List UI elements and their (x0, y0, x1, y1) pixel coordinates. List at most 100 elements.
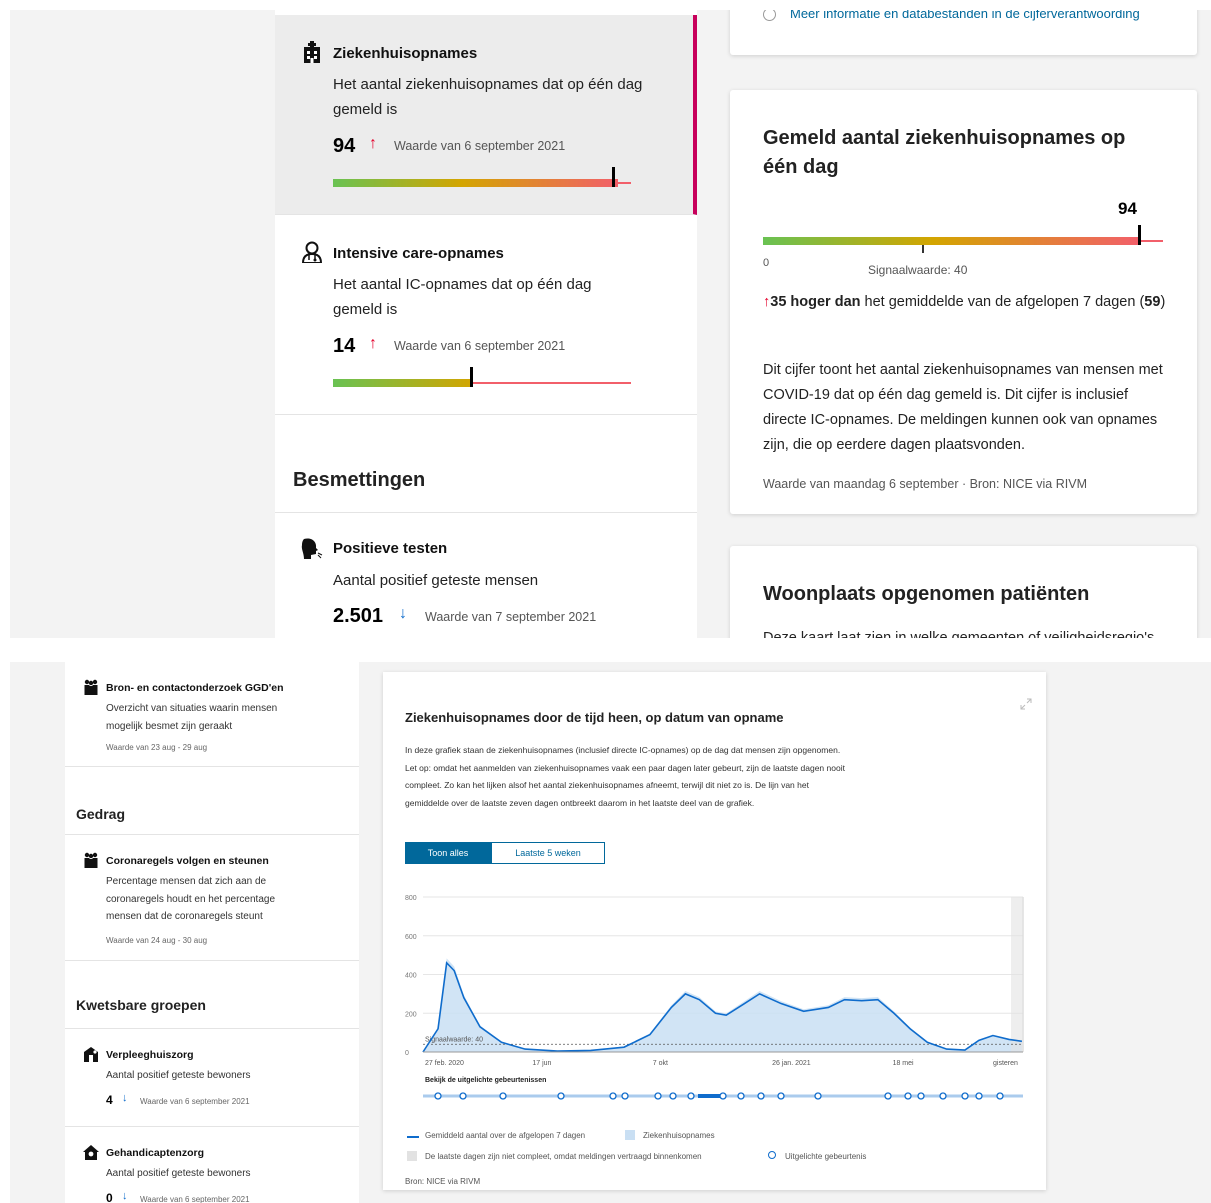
sidebar-item-date: Waarde van 6 september 2021 (140, 1097, 250, 1106)
gauge-fill (763, 237, 1140, 245)
gauge-marker (1138, 225, 1141, 245)
doctor-icon (301, 241, 323, 263)
signal-label: Signaalwaarde: 40 (425, 1036, 483, 1043)
y-tick-label: 0 (405, 1050, 409, 1057)
card-source: Waarde van maandag 6 september · Bron: N… (763, 477, 1087, 491)
sidebar-section-besmettingen: Besmettingen (275, 415, 697, 513)
admissions-bars-area (423, 958, 1022, 1052)
gauge-fill (333, 179, 618, 187)
sidebar-item-coronaregels[interactable]: Coronaregels volgen en steunen Percentag… (65, 835, 359, 961)
sidebar-item-description: Het aantal ziekenhuisopnames dat op één … (333, 76, 643, 118)
signal-tick (922, 245, 924, 253)
events-label: Bekijk de uitgelichte gebeurtenissen (425, 1077, 546, 1084)
gauge-rest (1140, 240, 1163, 242)
legend-bar-label: Ziekenhuisopnames (643, 1131, 715, 1140)
card-title: Woonplaats opgenomen patiënten (763, 583, 1090, 605)
event-marker (939, 1092, 947, 1100)
y-tick-label: 800 (405, 895, 417, 902)
sidebar-section-gedrag: Gedrag (65, 767, 359, 835)
x-tick-label: 26 jan. 2021 (772, 1060, 811, 1067)
gauge-fill (333, 379, 473, 387)
signal-label: Signaalwaarde: 40 (868, 263, 968, 277)
event-marker (975, 1092, 983, 1100)
sidebar-item-value: 2.501 (333, 605, 384, 627)
y-tick-label: 200 (405, 1011, 417, 1018)
card-value: 94 (1118, 199, 1137, 218)
sidebar: Bron- en contactonderzoek GGD'en Overzic… (65, 662, 359, 1203)
section-title: Besmettingen (293, 469, 426, 491)
sidebar: Ziekenhuisopnames Het aantal ziekenhuiso… (275, 10, 697, 638)
card-title: Gemeld aantal ziekenhuisopnames op één d… (763, 127, 1126, 178)
home-care-icon (83, 1145, 99, 1160)
nursing-home-icon (84, 1047, 98, 1062)
hospital-building-icon (304, 41, 320, 63)
arrow-down-icon: ↓ (399, 605, 407, 622)
value-gauge (333, 367, 631, 387)
people-group-icon (84, 852, 98, 868)
legend-line-label: Gemiddeld aantal over de afgelopen 7 dag… (425, 1131, 586, 1140)
sidebar-item-title: Verpleeghuiszorg (106, 1049, 194, 1061)
event-marker (557, 1092, 565, 1100)
sidebar-item-value: 94 (333, 135, 356, 157)
cijferverantwoording-link[interactable]: Meer informatie en databestanden in de c… (790, 10, 1140, 21)
sidebar-item-description: Aantal positief geteste mensen (333, 572, 539, 589)
card-description: Dit cijfer toont het aantal ziekenhuisop… (763, 362, 1163, 453)
diff-rest: het gemiddelde van de afgelopen 7 dagen (864, 294, 1136, 310)
legend-incomplete-label: De laatste dagen zijn niet compleet, omd… (425, 1152, 702, 1161)
gauge-rest (473, 382, 631, 384)
sidebar-item-date: Waarde van 6 september 2021 (140, 1195, 250, 1203)
legend-line-swatch (407, 1136, 419, 1138)
graph-card: Ziekenhuisopnames door de tijd heen, op … (383, 672, 1046, 1190)
card-diff-text: ↑35 hoger dan het gemiddelde van de afge… (763, 294, 1166, 310)
gauge-marker (612, 167, 615, 187)
x-tick-label: 7 okt (653, 1060, 668, 1067)
event-marker (499, 1092, 507, 1100)
legend-incomplete-swatch (407, 1151, 417, 1161)
hospital-admissions-chart: 0 200 400 600 800 Signaalwaarde: 40 27 feb. 20… (405, 895, 1024, 1100)
top-screenshot-panel: Ziekenhuisopnames Het aantal ziekenhuiso… (10, 10, 1211, 638)
sidebar-item-title: Positieve testen (333, 540, 448, 557)
gauge-marker (470, 367, 473, 387)
sidebar-item-description: Percentage mensen dat zich aan de corona… (106, 876, 276, 922)
graph-source: Bron: NICE via RIVM (405, 1177, 481, 1186)
y-tick-label: 400 (405, 973, 417, 980)
event-marker (737, 1092, 745, 1100)
x-tick-label: 27 feb. 2020 (425, 1060, 464, 1067)
sidebar-item-date: Waarde van 23 aug - 29 aug (106, 743, 208, 752)
bottom-screenshot-panel: Bron- en contactonderzoek GGD'en Overzic… (10, 662, 1211, 1203)
sidebar-item-intensive-care[interactable]: Intensive care-opnames Het aantal IC-opn… (275, 215, 697, 415)
sidebar-item-description: Overzicht van situaties waarin mensen mo… (106, 703, 278, 732)
event-marker (904, 1092, 912, 1100)
event-marker (434, 1092, 442, 1100)
people-group-icon (84, 679, 98, 695)
sidebar-item-gehandicaptenzorg[interactable]: Gehandicaptenzorg Aantal positief getest… (65, 1127, 359, 1203)
sidebar-item-verpleeghuiszorg[interactable]: Verpleeghuiszorg Aantal positief geteste… (65, 1029, 359, 1127)
x-tick-label: 17 jun (532, 1060, 551, 1067)
event-marker (654, 1092, 662, 1100)
sidebar-item-title: Ziekenhuisopnames (333, 45, 478, 62)
sidebar-item-date: Waarde van 6 september 2021 (394, 339, 566, 353)
sneezing-head-icon (301, 538, 323, 559)
sidebar-item-ziekenhuisopnames[interactable]: Ziekenhuisopnames Het aantal ziekenhuiso… (275, 15, 697, 215)
sidebar-item-value: 4 (106, 1093, 113, 1107)
info-icon (763, 10, 776, 21)
sidebar-item-title: Bron- en contactonderzoek GGD'en (106, 682, 284, 694)
sidebar-item-date: Waarde van 7 september 2021 (425, 610, 597, 624)
card-description: Deze kaart laat zien in welke gemeenten … (763, 630, 1155, 638)
sidebar-item-description: Aantal positief geteste bewoners (106, 1070, 251, 1081)
map-card: Woonplaats opgenomen patiënten Deze kaar… (730, 546, 1197, 638)
sidebar-item-description: Het aantal IC-opnames dat op één dag gem… (333, 276, 592, 318)
x-tick-label: gisteren (993, 1060, 1018, 1067)
event-marker (609, 1092, 617, 1100)
gauge-rest (618, 182, 631, 184)
arrow-down-icon: ↓ (122, 1092, 128, 1104)
sidebar-item-date: Waarde van 6 september 2021 (394, 139, 566, 153)
event-marker (884, 1092, 892, 1100)
event-marker (814, 1092, 822, 1100)
sidebar-item-value: 14 (333, 335, 356, 357)
legend-bar-swatch (625, 1130, 635, 1140)
sidebar-item-positieve-testen[interactable]: Positieve testen Aantal positief geteste… (275, 513, 697, 638)
event-marker (961, 1092, 969, 1100)
card-gauge (763, 225, 1163, 253)
sidebar-item-bron-contactonderzoek[interactable]: Bron- en contactonderzoek GGD'en Overzic… (65, 662, 359, 767)
